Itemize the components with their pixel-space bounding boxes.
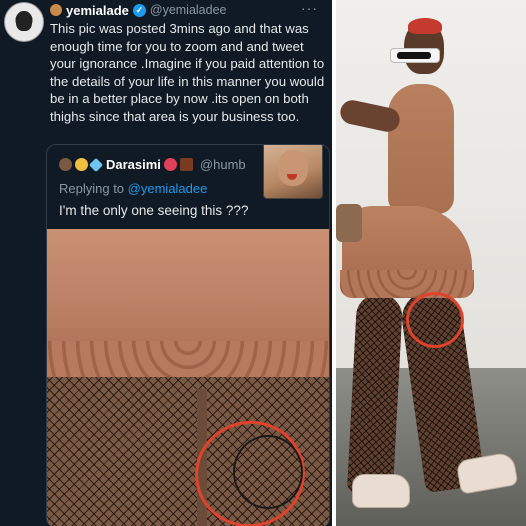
sunglasses-icon <box>390 48 440 63</box>
left-sneaker <box>352 474 410 508</box>
reaction-face-thumbnail <box>263 145 323 199</box>
emoji-icon <box>59 158 72 171</box>
quoted-tweet-card[interactable]: Darasimi @humb Replying to @yemialadee I… <box>46 144 330 526</box>
handbag <box>336 204 362 242</box>
tweet-author-handle[interactable]: @yemialadee <box>150 3 227 17</box>
verified-badge-icon: ✓ <box>132 3 146 17</box>
diamond-icon <box>88 157 104 172</box>
photo-skirt-ruffle <box>47 341 329 381</box>
quoted-author-name[interactable]: Darasimi <box>106 157 161 172</box>
tweet-text: This pic was posted 3mins ago and that w… <box>50 21 325 124</box>
quoted-author-handle[interactable]: @humb <box>200 157 246 172</box>
emoji-icon <box>50 4 62 16</box>
red-hair <box>408 18 442 34</box>
lollipop-icon <box>75 158 88 171</box>
flower-icon <box>163 158 177 171</box>
chocolate-icon <box>179 158 193 171</box>
replying-to-mention[interactable]: @yemialadee <box>128 181 208 196</box>
dress-ruffle <box>340 270 474 298</box>
tweet-screenshot: yemialade ✓ @yemialadee ··· This pic was… <box>0 0 332 526</box>
tweet-author-avatar[interactable] <box>4 2 44 42</box>
replying-to-label: Replying to <box>59 181 125 196</box>
quoted-tweet-photo[interactable] <box>47 229 329 526</box>
replying-to-line: Replying to @yemialadee <box>59 181 207 196</box>
more-options-icon[interactable]: ··· <box>301 0 318 16</box>
red-annotation-circle <box>406 292 464 348</box>
dress-top <box>388 84 454 214</box>
full-body-photo <box>336 0 526 526</box>
tweet-author-name[interactable]: yemialade <box>66 3 129 18</box>
black-annotation-circle <box>233 435 303 509</box>
quoted-tweet-header: Darasimi @humb <box>59 157 246 172</box>
quoted-tweet-text: I'm the only one seeing this ??? <box>59 203 249 218</box>
tweet-header: yemialade ✓ @yemialadee <box>50 2 227 18</box>
